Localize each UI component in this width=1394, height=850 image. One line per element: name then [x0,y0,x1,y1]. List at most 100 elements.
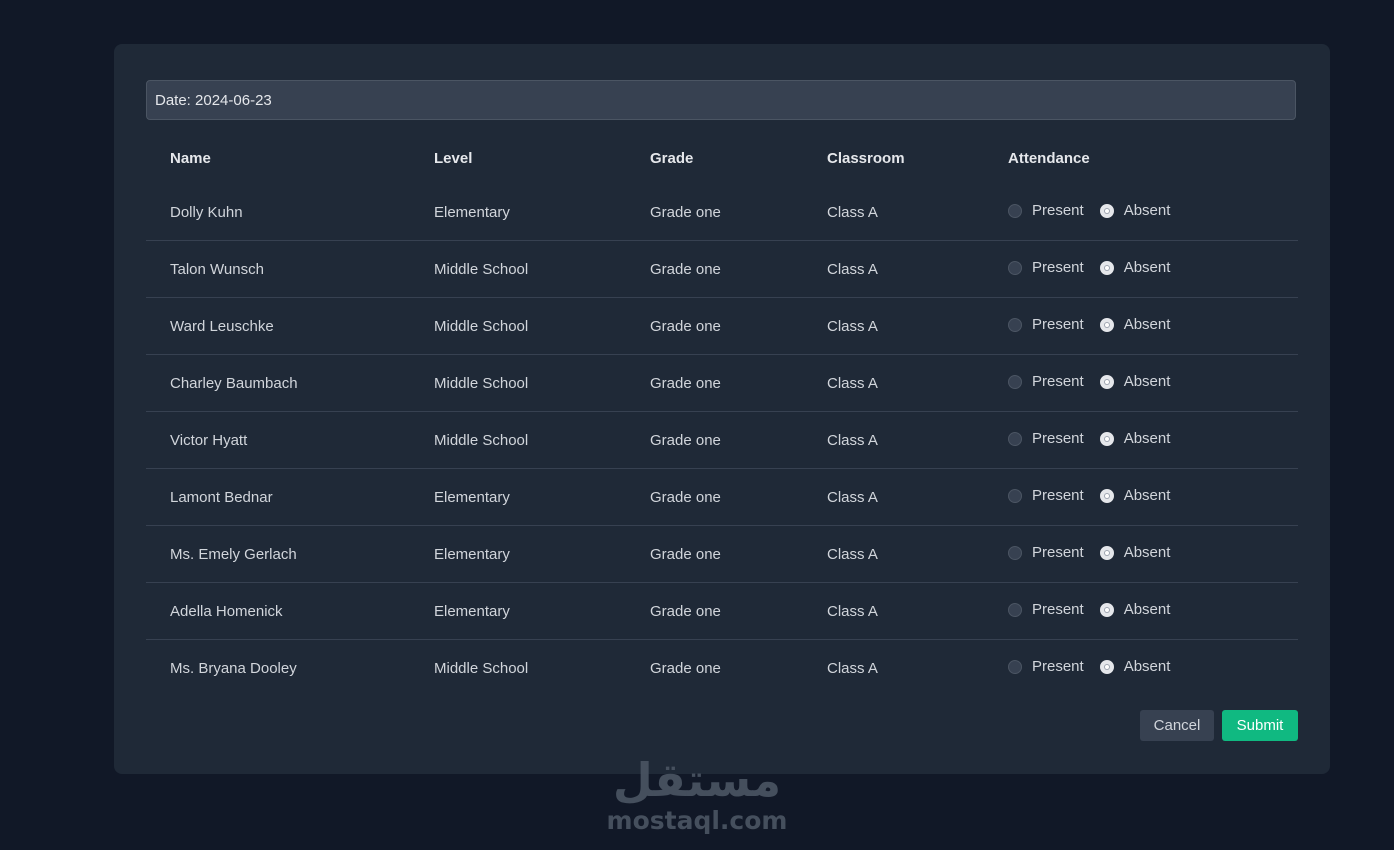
attendance-cell: Present Absent [984,582,1298,640]
present-label: Present [1032,259,1084,277]
present-radio[interactable] [1008,431,1022,446]
student-name: Victor Hyatt [146,411,410,469]
absent-label: Absent [1123,259,1171,277]
date-field[interactable] [146,80,1296,120]
present-option[interactable]: Present [1008,430,1084,447]
absent-option[interactable]: Absent [1099,373,1170,390]
absent-label: Absent [1123,487,1171,505]
student-name: Talon Wunsch [146,240,410,298]
absent-label: Absent [1123,601,1171,619]
absent-option[interactable]: Absent [1099,658,1171,676]
student-grade: Grade one [626,468,803,526]
student-level: Middle School [434,659,529,677]
present-option[interactable]: Present [1008,316,1084,333]
absent-option[interactable]: Absent [1099,259,1171,277]
student-grade: Grade one [626,354,803,412]
attendance-cell: Present Absent [984,640,1298,697]
table-row: Ms. Emely Gerlach Elementary Grade one Clas… [146,525,1298,583]
student-classroom: Class A [827,659,878,677]
student-grade: Grade one [626,411,803,469]
watermark-latin: mostaql.com [606,806,788,835]
student-grade: Grade one [650,659,721,677]
table-row: Ms. Bryana Dooley Middle School Grade one C… [146,640,1298,697]
absent-label: Absent [1123,430,1171,448]
header-grade: Grade [650,149,694,167]
student-name: Lamont Bednar [146,468,410,526]
present-radio[interactable] [1008,488,1022,503]
absent-option[interactable]: Absent [1099,316,1171,334]
student-grade: Grade one [626,297,803,355]
student-level: Elementary [410,468,626,526]
table-row: Dolly Kuhn Elementary Grade one Class A Pres… [146,184,1298,241]
absent-radio[interactable] [1099,203,1114,218]
student-level: Elementary [410,525,626,583]
present-option[interactable]: Present [1008,601,1084,618]
present-option[interactable]: Present [1008,658,1084,675]
attendance-cell: Present Absent [984,468,1298,526]
present-radio[interactable] [1008,659,1022,674]
student-classroom: Class A [803,468,984,526]
table-row: Talon Wunsch Middle School Grade one Class … [146,240,1298,298]
present-radio[interactable] [1008,203,1022,218]
present-radio[interactable] [1008,374,1022,389]
attendance-card: Name Level Grade Classroom Attendance Do… [114,44,1330,774]
student-name: Adella Homenick [146,582,410,640]
submit-button[interactable]: Submit [1222,710,1298,741]
table-row: Lamont Bednar Elementary Grade one Class AP… [146,468,1298,526]
absent-radio[interactable] [1099,488,1114,503]
absent-label: Absent [1123,316,1171,334]
present-radio[interactable] [1008,545,1022,560]
student-grade: Grade one [626,240,803,298]
table-row: Adella Homenick Elementary Grade one Class … [146,582,1298,640]
student-classroom: Class A [803,240,984,298]
absent-option[interactable]: Absent [1099,601,1171,619]
present-option[interactable]: Present [1008,202,1084,219]
present-label: Present [1032,430,1084,448]
absent-option[interactable]: Absent [1099,544,1171,562]
table-header-row: Name Level Grade Classroom Attendance [146,132,1298,184]
attendance-cell: Present Absent [984,184,1298,241]
attendance-cell: Present Absent [984,354,1298,412]
absent-option[interactable]: Absent [1099,202,1171,220]
absent-radio[interactable] [1099,260,1114,275]
attendance-cell: Present Absent [984,525,1298,583]
absent-label: Absent [1123,658,1171,676]
present-label: Present [1032,658,1084,676]
student-level: Middle School [410,411,626,469]
present-radio[interactable] [1008,260,1022,275]
absent-radio[interactable] [1099,431,1114,446]
present-option[interactable]: Present [1008,259,1084,276]
cancel-button[interactable]: Cancel [1140,710,1214,741]
student-level: Elementary [410,582,626,640]
student-grade: Grade one [626,184,803,241]
watermark-arabic: مستقل [612,753,782,807]
absent-radio[interactable] [1099,545,1114,560]
student-grade: Grade one [626,525,803,583]
header-attendance: Attendance [1008,149,1090,167]
absent-radio[interactable] [1099,602,1114,617]
present-label: Present [1032,487,1084,505]
attendance-cell: Present Absent [984,411,1298,469]
absent-radio[interactable] [1099,374,1114,389]
attendance-cell: Present Absent [984,297,1298,355]
student-level: Middle School [410,354,626,412]
student-classroom: Class A [803,582,984,640]
header-classroom: Classroom [827,149,905,167]
absent-radio[interactable] [1099,659,1114,674]
present-radio[interactable] [1008,317,1022,332]
present-label: Present [1032,601,1084,619]
table-row: Charley Baumbach Middle School Grade one Cl… [146,354,1298,412]
student-name: Dolly Kuhn [146,184,410,241]
absent-option[interactable]: Absent [1099,430,1171,448]
absent-option[interactable]: Absent [1099,487,1171,505]
student-name: Charley Baumbach [146,354,410,412]
absent-label: Absent [1123,544,1171,562]
present-option[interactable]: Present [1008,373,1084,390]
table-row: Ward Leuschke Middle School Grade one Class… [146,297,1298,355]
absent-label: Absent [1123,202,1171,220]
present-option[interactable]: Present [1008,487,1084,504]
attendance-table: Name Level Grade Classroom Attendance Do… [146,132,1298,696]
absent-radio[interactable] [1099,317,1114,332]
present-radio[interactable] [1008,602,1022,617]
present-option[interactable]: Present [1008,544,1084,561]
